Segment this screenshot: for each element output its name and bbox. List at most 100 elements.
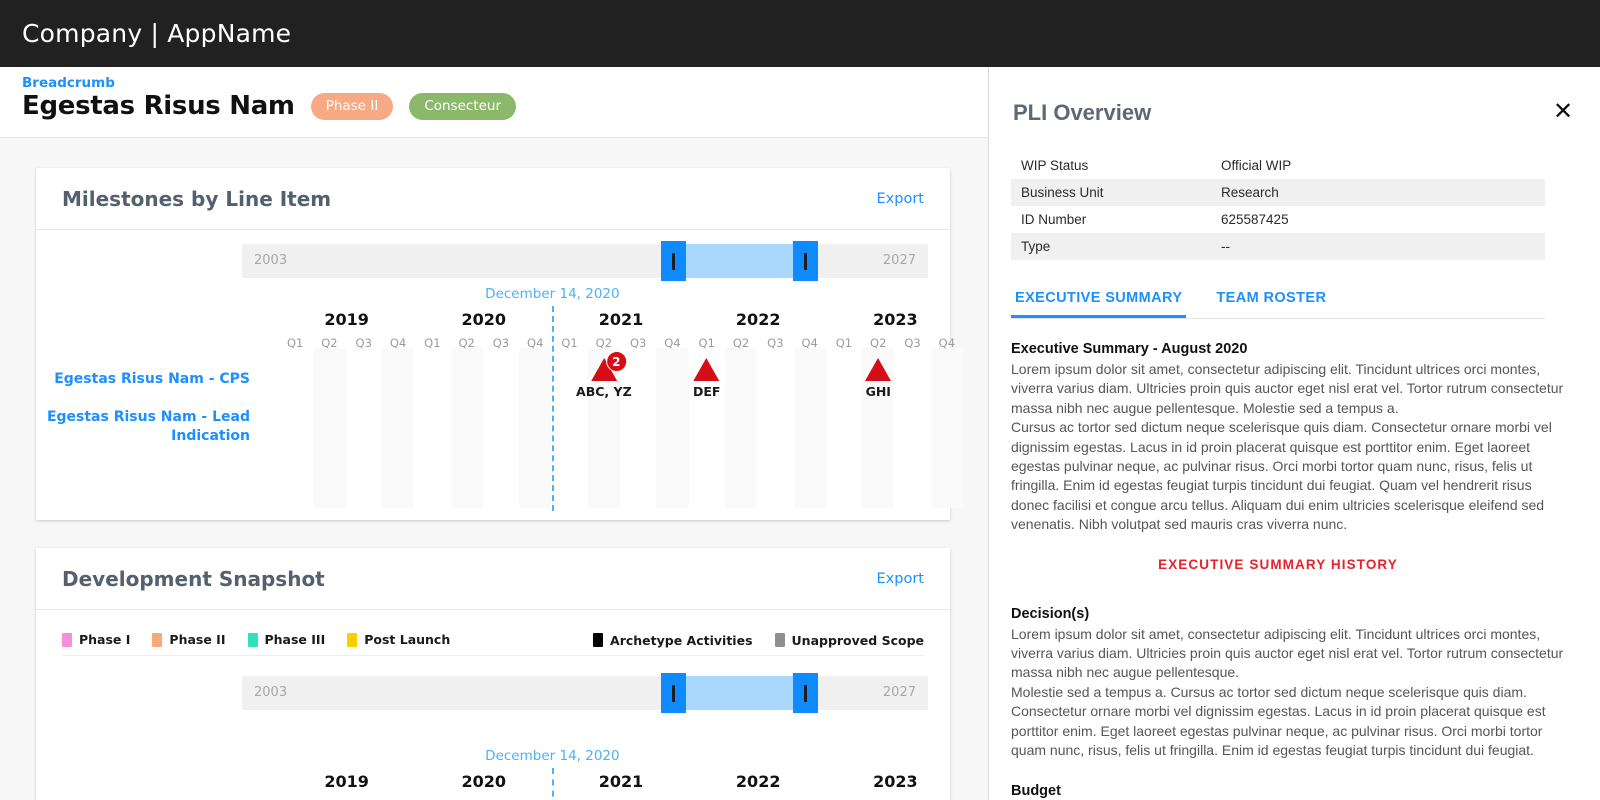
timeline-quarter-label: Q2 xyxy=(595,336,613,350)
legend-swatch xyxy=(347,632,358,647)
timeline-quarter-label: Q4 xyxy=(527,336,544,350)
scrubber-handle-end[interactable] xyxy=(793,241,818,281)
app-title: Company | AppName xyxy=(22,19,292,48)
timeline-quarter-band xyxy=(313,348,346,508)
decisions-body: Lorem ipsum dolor sit amet, consectetur … xyxy=(1011,625,1564,759)
timeline-quarter-label: Q2 xyxy=(321,336,338,350)
exec-summary-history-link[interactable]: EXECUTIVE SUMMARY HISTORY xyxy=(1011,557,1545,572)
timeline-year-label: 2022 xyxy=(735,772,781,791)
timeline-year-label: 2019 xyxy=(324,310,369,329)
timeline-year-label: 2023 xyxy=(873,772,918,791)
timeline-row-label[interactable]: Egestas Risus Nam - CPS xyxy=(36,370,250,389)
milestones-card: Milestones by Line Item Export 2003 2027… xyxy=(36,168,963,520)
scrubber-track[interactable]: 2003 2027 xyxy=(242,241,928,281)
timeline-quarter-label: Q4 xyxy=(801,336,818,350)
timeline-quarter-label: Q4 xyxy=(389,336,407,350)
timeline-year-label: 2023 xyxy=(873,310,918,329)
development-snapshot-card: Development Snapshot Export Phase I Phase… xyxy=(36,548,955,800)
overview-content: Executive Summary - August 2020 Lorem ip… xyxy=(1011,341,1567,799)
timeline-quarter-label: Q4 xyxy=(664,336,681,350)
table-cell-value: Official WIP xyxy=(1221,158,1292,173)
timeline-year-label: 2021 xyxy=(598,772,644,791)
overview-title: PLI Overview xyxy=(1013,100,1152,125)
timeline-today-label: December 14, 2020 xyxy=(485,748,620,764)
snapshot-export-link[interactable]: Export xyxy=(877,571,924,587)
legend-group-phases: Phase I Phase II Phase III Post Launch xyxy=(62,632,450,647)
milestones-export-link[interactable]: Export xyxy=(877,191,924,207)
triangle-icon xyxy=(693,358,720,381)
snapshot-range-scrubber[interactable]: 2003 2027 xyxy=(36,662,950,718)
legend-label: Phase II xyxy=(169,632,226,647)
overview-details-table: WIP Status Official WIP Business Unit Resea… xyxy=(1011,152,1545,260)
timeline-quarter-label: Q1 xyxy=(835,336,853,350)
milestone-count-badge: 2 xyxy=(605,351,627,372)
timeline-year-label: 2020 xyxy=(461,772,507,791)
scrubber-start-year: 2003 xyxy=(254,685,288,700)
milestone-marker[interactable]: DEF xyxy=(693,358,720,399)
app-root: Company | AppName Breadcrumb Egestas Ris… xyxy=(0,0,1600,800)
page-title: Egestas Risus Nam xyxy=(22,91,295,121)
title-row: Egestas Risus Nam Phase II Consecteur xyxy=(22,91,517,121)
timeline-quarter-label: Q3 xyxy=(767,336,784,350)
legend-swatch xyxy=(247,632,258,647)
timeline-quarter-label: Q3 xyxy=(629,336,647,350)
breadcrumb[interactable]: Breadcrumb xyxy=(22,75,115,91)
timeline-quarter-band xyxy=(793,348,826,508)
decisions-heading: Decision(s) xyxy=(1011,605,1090,622)
overview-tabs: EXECUTIVE SUMMARY TEAM ROSTER xyxy=(1011,286,1545,319)
budget-heading: Budget xyxy=(1011,782,1061,799)
milestones-card-header: Milestones by Line Item Export xyxy=(36,168,950,230)
table-cell-value: 625587425 xyxy=(1221,212,1289,227)
table-cell-value: Research xyxy=(1211,179,1545,206)
legend-label: Phase III xyxy=(264,632,326,647)
main-content: Milestones by Line Item Export 2003 2027… xyxy=(0,138,988,800)
exec-summary-body: Lorem ipsum dolor sit amet, consectetur … xyxy=(1011,361,1564,533)
timeline-row-label[interactable]: Egestas Risus Nam - Lead Indication xyxy=(36,408,250,446)
scrubber-start-year: 2003 xyxy=(254,253,288,268)
timeline-quarter-label: Q4 xyxy=(938,336,956,350)
timeline-quarter-band xyxy=(381,348,415,508)
milestone-triangle-icon xyxy=(865,358,892,381)
legend-item: Phase III xyxy=(247,632,326,647)
legend-swatch xyxy=(593,633,604,647)
tab-executive-summary[interactable]: EXECUTIVE SUMMARY xyxy=(1011,286,1187,318)
snapshot-card-title: Development Snapshot xyxy=(62,566,325,591)
exec-summary-heading: Executive Summary - August 2020 xyxy=(1011,341,1248,357)
legend-swatch xyxy=(62,632,72,647)
table-cell-value: -- xyxy=(1211,233,1545,260)
legend-item: Phase I xyxy=(62,632,130,647)
timeline-quarter-label: Q3 xyxy=(904,336,921,350)
timeline-quarter-label: Q2 xyxy=(732,336,750,350)
milestone-triangle-icon: 2 xyxy=(590,351,627,381)
legend-label: Phase I xyxy=(79,632,131,647)
scrubber-end-year: 2027 xyxy=(882,685,916,700)
timeline-quarter-band xyxy=(450,348,483,508)
milestones-timeline: December 14, 2020 Q1 Q2 Q3 Q4 2019 Q1 Q2 Q3 Q4 20… xyxy=(36,286,963,516)
triangle-icon xyxy=(865,358,892,381)
milestone-marker[interactable]: 2 ABC, YZ xyxy=(576,351,632,399)
table-cell-key: Business Unit xyxy=(1011,179,1211,206)
scrubber-track[interactable]: 2003 2027 xyxy=(242,673,928,713)
status-badge-tag: Consecteur xyxy=(409,92,517,120)
legend-label: Archetype Activities xyxy=(610,632,753,648)
legend-item: Unapproved Scope xyxy=(774,633,924,648)
legend-swatch xyxy=(152,632,163,647)
snapshot-card-header: Development Snapshot Export xyxy=(36,548,950,610)
scrubber-handle-start[interactable] xyxy=(661,673,686,713)
scrubber-handle-start[interactable] xyxy=(661,241,686,281)
timeline-year-label: 2020 xyxy=(461,310,507,329)
milestones-card-title: Milestones by Line Item xyxy=(62,186,332,211)
close-icon[interactable]: ✕ xyxy=(1550,100,1576,126)
table-cell-key: ID Number xyxy=(1021,212,1087,227)
scrubber-handle-end[interactable] xyxy=(793,673,818,713)
page-subheader: Breadcrumb Egestas Risus Nam Phase II Co… xyxy=(0,67,988,184)
timeline-quarter-label: Q3 xyxy=(355,336,372,350)
milestone-marker[interactable]: GHI xyxy=(865,358,892,399)
milestone-label: DEF xyxy=(693,384,721,399)
milestones-range-scrubber[interactable]: 2003 2027 xyxy=(36,230,950,286)
tab-team-roster[interactable]: TEAM ROSTER xyxy=(1212,286,1330,318)
legend-item: Post Launch xyxy=(347,632,450,647)
timeline-quarter-band xyxy=(519,348,552,508)
table-cell-key: Type xyxy=(1011,233,1211,260)
